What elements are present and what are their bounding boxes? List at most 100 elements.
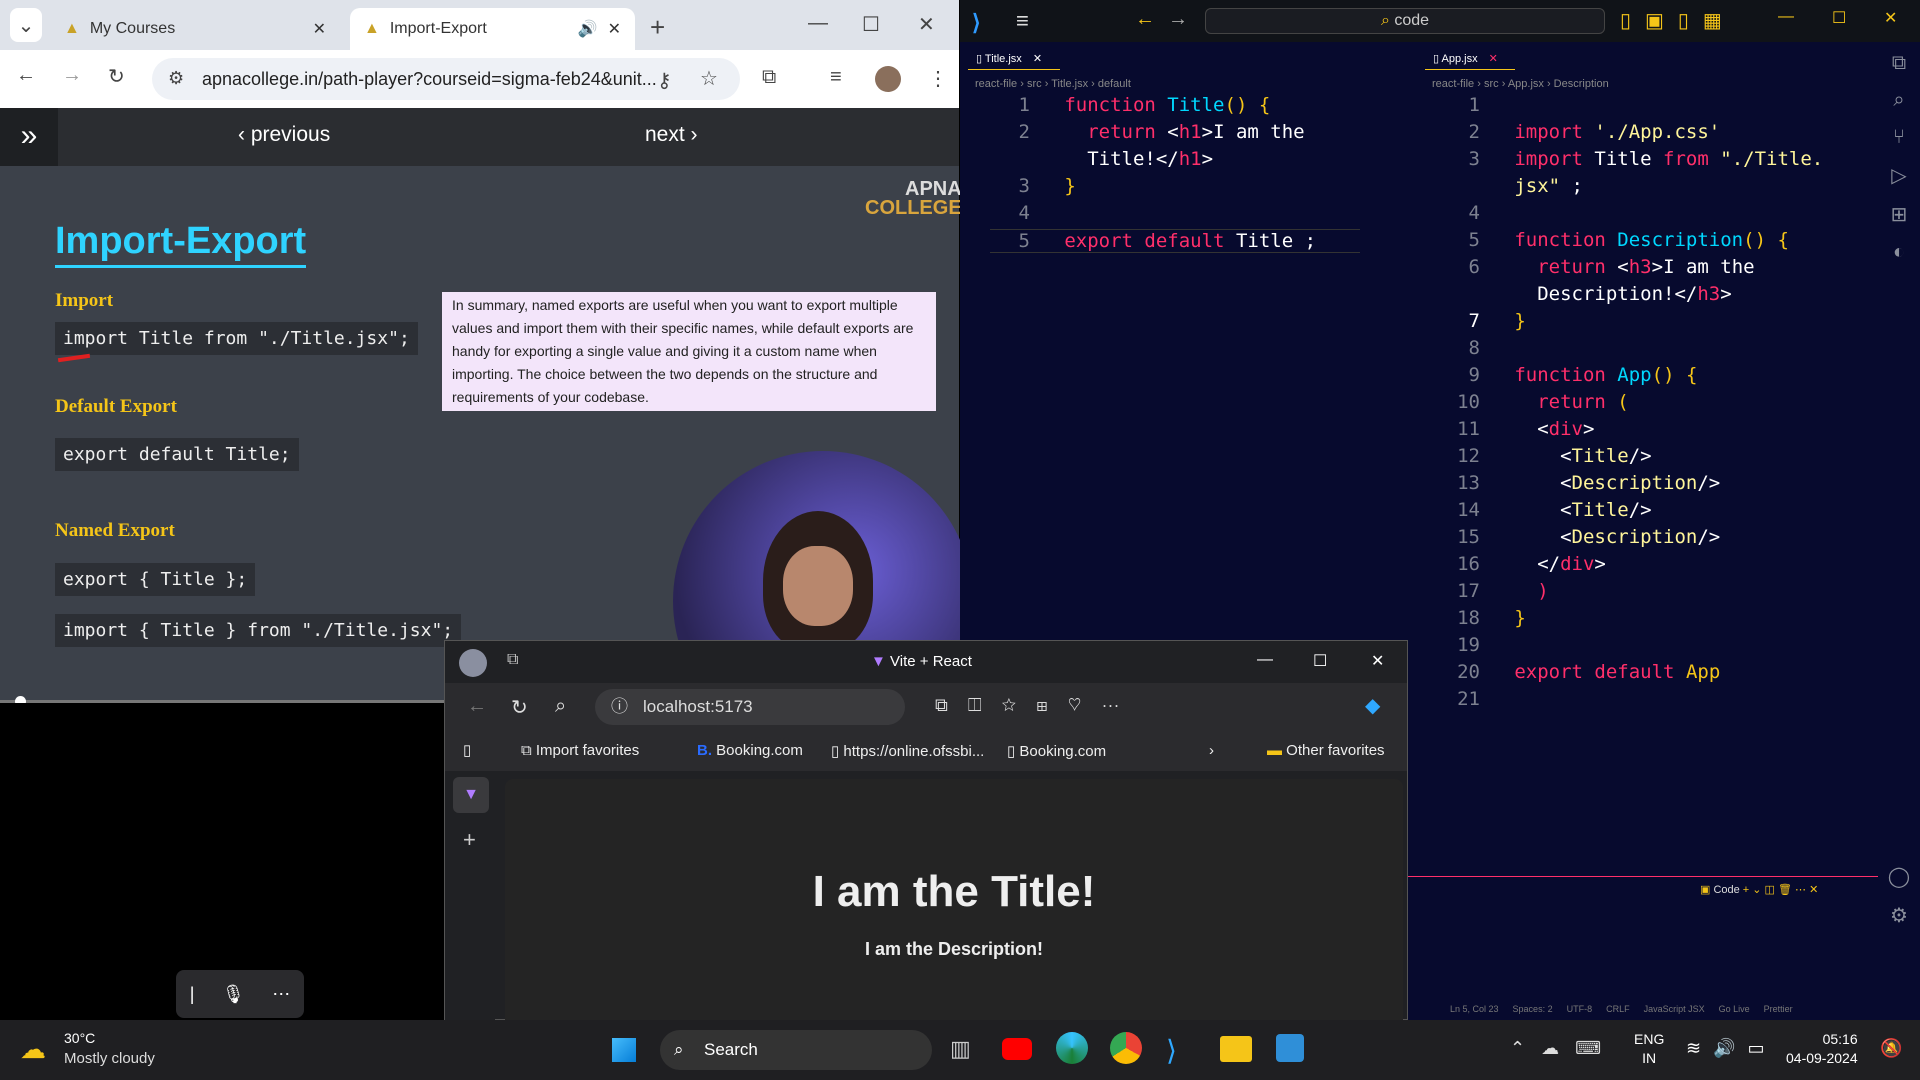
edge-devtools-icon[interactable]: ◐: [1878, 241, 1920, 264]
new-tab-icon[interactable]: +: [650, 12, 665, 43]
right-editor-tab[interactable]: ▯ App.jsx ✕: [1425, 48, 1515, 70]
edge-icon[interactable]: [1056, 1032, 1088, 1064]
other-favorites[interactable]: ▬ Other favorites: [1267, 742, 1385, 759]
cursor-bar-icon[interactable]: |: [190, 984, 195, 1005]
forward-icon[interactable]: →: [62, 64, 82, 87]
more-icon[interactable]: ⋯: [272, 984, 290, 1005]
maximize-icon[interactable]: ☐: [1313, 651, 1327, 671]
close-icon[interactable]: ✕: [1884, 8, 1897, 28]
title-jsx-code[interactable]: 1 function Title() { 2 return <h1>I am t…: [990, 94, 1365, 253]
maximize-icon[interactable]: ☐: [862, 12, 880, 37]
chrome-icon[interactable]: [1110, 1032, 1142, 1064]
tab-search-icon[interactable]: ⌄: [10, 8, 42, 42]
maximize-icon[interactable]: ☐: [1832, 8, 1846, 28]
back-icon[interactable]: ←: [16, 64, 36, 87]
favorite-ofssbi[interactable]: ▯ https://online.ofssbi...: [831, 742, 984, 760]
app-jsx-code[interactable]: 1 2 import './App.css' 3 import Title fr…: [1440, 94, 1830, 714]
edge-window: ⧉ ▼ Vite + React — ☐ ✕ ← ↻ ⌕ ⓘ localhost:…: [444, 640, 1408, 1021]
notification-icon[interactable]: 🔕: [1880, 1038, 1902, 1059]
task-view-icon[interactable]: ▥: [950, 1036, 971, 1062]
photos-icon[interactable]: [1276, 1034, 1304, 1062]
sidebar-toggle-icon[interactable]: »: [0, 108, 58, 166]
left-editor-tab[interactable]: ▯ Title.jsx ✕: [968, 48, 1060, 70]
favorites-bar: ▯ ⧉ Import favorites B. Booking.com ▯ ht…: [445, 733, 1407, 771]
youtube-icon[interactable]: [1002, 1038, 1032, 1060]
vscode-icon[interactable]: ⟩: [1166, 1034, 1177, 1067]
back-icon[interactable]: ←: [467, 695, 487, 718]
settings-gear-icon[interactable]: ⚙: [1878, 903, 1920, 928]
profile-avatar[interactable]: [459, 649, 487, 677]
key-icon[interactable]: ⚷: [657, 68, 672, 93]
menu-icon[interactable]: ⋮: [928, 66, 948, 91]
tab-my-courses[interactable]: ▲ My Courses ✕: [50, 8, 340, 50]
slide-title: Import-Export: [55, 220, 307, 268]
system-icons[interactable]: ≋🔊▭: [1686, 1038, 1777, 1059]
back-icon[interactable]: ←: [1135, 8, 1155, 31]
favorite-import[interactable]: ⧉ Import favorites: [521, 742, 639, 759]
account-icon[interactable]: ◯: [1878, 864, 1920, 889]
file-explorer-icon[interactable]: [1220, 1036, 1252, 1062]
status-bar: Ln 5, Col 23 Spaces: 2 UTF-8 CRLF JavaScript…: [1450, 1004, 1793, 1014]
search-icon: ⌕: [674, 1040, 684, 1059]
favorite-booking[interactable]: B. Booking.com: [697, 742, 803, 759]
close-icon[interactable]: ✕: [1371, 651, 1384, 671]
previous-button[interactable]: ‹ previous: [238, 123, 330, 147]
terminal-toolbar[interactable]: ▣ Code + ⌄ ◫ 🗑 ⋯ ✕: [1700, 883, 1818, 896]
toolbar-icons[interactable]: ⧉◫☆⊞♡⋯: [935, 695, 1140, 716]
next-button[interactable]: next ›: [645, 123, 698, 147]
weather-text[interactable]: Mostly cloudy: [64, 1050, 155, 1067]
media-icon[interactable]: ≡: [830, 66, 842, 89]
reload-icon[interactable]: ↻: [511, 695, 528, 720]
reload-icon[interactable]: ↻: [108, 64, 125, 89]
clock[interactable]: 05:16 04-09-2024: [1786, 1030, 1858, 1068]
microphone-icon[interactable]: 🎙: [222, 984, 245, 1005]
import-code: import Title from "./Title.jsx";: [55, 322, 418, 355]
activity-bar: ⧉ ⌕ ⑂ ▷ ⊞ ◐ ◯ ⚙: [1878, 42, 1920, 1020]
new-tab-icon[interactable]: +: [463, 827, 476, 853]
right-breadcrumb[interactable]: react-file › src › App.jsx › Description: [1432, 78, 1609, 90]
tray-icons[interactable]: ⌃☁⌨: [1510, 1038, 1617, 1059]
site-info-icon[interactable]: ⚙: [168, 68, 184, 89]
language-indicator[interactable]: ENG IN: [1634, 1030, 1664, 1068]
tab-import-export[interactable]: ▲ Import-Export 🔊 ✕: [350, 8, 635, 50]
summary-box: In summary, named exports are useful whe…: [442, 292, 936, 411]
vite-tab-icon[interactable]: ▼: [453, 777, 489, 813]
copilot-icon[interactable]: ◆: [1365, 693, 1380, 718]
favorite-booking-2[interactable]: ▯ Booking.com: [1007, 742, 1106, 760]
chevron-right-icon[interactable]: ›: [1209, 742, 1214, 759]
extensions-icon[interactable]: ⧉: [762, 66, 776, 89]
close-window-icon[interactable]: ✕: [918, 12, 935, 37]
bookmark-star-icon[interactable]: ☆: [700, 66, 718, 91]
explorer-icon[interactable]: ⧉: [1878, 52, 1920, 75]
search-icon[interactable]: ⌕: [555, 695, 566, 718]
taskbar-search[interactable]: ⌕ Search: [660, 1030, 932, 1070]
forward-icon[interactable]: →: [1168, 8, 1188, 31]
sidebar-toggle-icon[interactable]: ▯: [463, 741, 471, 759]
close-tab-icon[interactable]: ✕: [608, 19, 621, 39]
workspaces-icon[interactable]: ⧉: [507, 651, 518, 669]
edge-address-bar[interactable]: ⓘ localhost:5173: [595, 689, 905, 725]
close-tab-icon[interactable]: ✕: [313, 19, 326, 39]
start-icon[interactable]: [610, 1036, 638, 1064]
tab-label: Import-Export: [389, 20, 487, 37]
search-icon[interactable]: ⌕: [1878, 89, 1920, 112]
menu-icon[interactable]: ≡: [1016, 8, 1029, 34]
terminal-panel[interactable]: ▣ Code + ⌄ ◫ 🗑 ⋯ ✕: [1408, 876, 1878, 1004]
speaker-icon[interactable]: 🔊: [578, 19, 598, 39]
minimize-icon[interactable]: —: [1778, 8, 1794, 26]
run-debug-icon[interactable]: ▷: [1878, 163, 1920, 188]
profile-avatar[interactable]: [875, 66, 901, 92]
named-import-code: import { Title } from "./Title.jsx";: [55, 614, 462, 647]
address-bar[interactable]: ⚙ apnacollege.in/path-player?courseid=si…: [152, 58, 740, 100]
command-search[interactable]: ⌕ code: [1205, 8, 1605, 34]
weather-temp[interactable]: 30°C: [64, 1030, 95, 1046]
layout-icons[interactable]: ▯▣▯▦: [1620, 8, 1736, 33]
source-control-icon[interactable]: ⑂: [1878, 126, 1920, 149]
weather-icon[interactable]: ☁: [20, 1034, 46, 1065]
minimize-icon[interactable]: —: [1257, 651, 1273, 669]
red-underline-mark: [57, 353, 91, 363]
left-breadcrumb[interactable]: react-file › src › Title.jsx › default: [975, 78, 1131, 90]
extensions-icon[interactable]: ⊞: [1878, 202, 1920, 227]
minimize-icon[interactable]: —: [808, 12, 828, 35]
edge-tab-title[interactable]: ▼ Vite + React: [871, 653, 972, 670]
